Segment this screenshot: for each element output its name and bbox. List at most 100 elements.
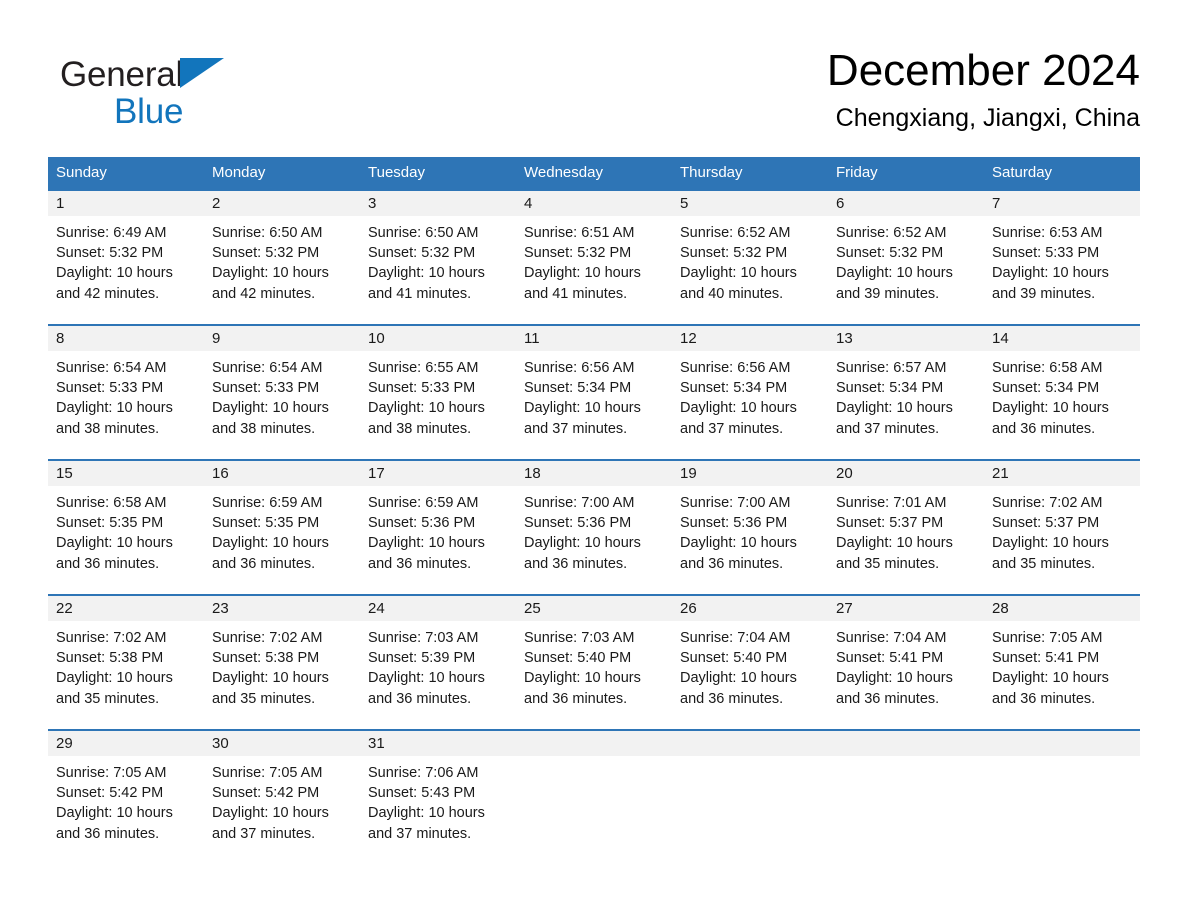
day-cell[interactable]: 18 Sunrise: 7:00 AM Sunset: 5:36 PM Dayl… (516, 461, 672, 594)
day-number: 12 (672, 326, 828, 351)
brand-name-blue: Blue (114, 92, 184, 131)
sunset-text: Sunset: 5:33 PM (56, 380, 164, 397)
day-cell[interactable]: 13 Sunrise: 6:57 AM Sunset: 5:34 PM Dayl… (828, 326, 984, 459)
day-cell[interactable]: 1 Sunrise: 6:49 AM Sunset: 5:32 PM Dayli… (48, 191, 204, 324)
day-details: Sunrise: 6:49 AM Sunset: 5:32 PM Dayligh… (48, 216, 204, 304)
day-number: 22 (48, 596, 204, 621)
day-number: 31 (360, 731, 516, 756)
sunrise-text: Sunrise: 6:50 AM (368, 225, 479, 241)
day-cell[interactable]: 3 Sunrise: 6:50 AM Sunset: 5:32 PM Dayli… (360, 191, 516, 324)
day-cell[interactable]: 20 Sunrise: 7:01 AM Sunset: 5:37 PM Dayl… (828, 461, 984, 594)
day-cell[interactable]: 23 Sunrise: 7:02 AM Sunset: 5:38 PM Dayl… (204, 596, 360, 729)
day-number: 30 (204, 731, 360, 756)
daylight-text: Daylight: 10 hours and 42 minutes. (212, 265, 329, 302)
day-cell[interactable]: 16 Sunrise: 6:59 AM Sunset: 5:35 PM Dayl… (204, 461, 360, 594)
day-cell[interactable]: 5 Sunrise: 6:52 AM Sunset: 5:32 PM Dayli… (672, 191, 828, 324)
day-cell[interactable]: 12 Sunrise: 6:56 AM Sunset: 5:34 PM Dayl… (672, 326, 828, 459)
day-cell[interactable]: 21 Sunrise: 7:02 AM Sunset: 5:37 PM Dayl… (984, 461, 1140, 594)
daylight-text: Daylight: 10 hours and 42 minutes. (56, 265, 173, 302)
day-cell[interactable]: 10 Sunrise: 6:55 AM Sunset: 5:33 PM Dayl… (360, 326, 516, 459)
sunrise-text: Sunrise: 7:02 AM (212, 630, 323, 646)
day-number: 6 (828, 191, 984, 216)
day-number: 17 (360, 461, 516, 486)
sunrise-text: Sunrise: 7:06 AM (368, 765, 479, 781)
daylight-text: Daylight: 10 hours and 36 minutes. (836, 670, 953, 707)
sunrise-text: Sunrise: 6:56 AM (524, 360, 635, 376)
daylight-text: Daylight: 10 hours and 39 minutes. (836, 265, 953, 302)
day-number: 11 (516, 326, 672, 351)
sunrise-text: Sunrise: 7:04 AM (836, 630, 947, 646)
day-cell[interactable]: 9 Sunrise: 6:54 AM Sunset: 5:33 PM Dayli… (204, 326, 360, 459)
day-cell[interactable]: 4 Sunrise: 6:51 AM Sunset: 5:32 PM Dayli… (516, 191, 672, 324)
day-number: 20 (828, 461, 984, 486)
day-cell[interactable]: 6 Sunrise: 6:52 AM Sunset: 5:32 PM Dayli… (828, 191, 984, 324)
day-details: Sunrise: 6:55 AM Sunset: 5:33 PM Dayligh… (360, 351, 516, 439)
day-details: Sunrise: 7:03 AM Sunset: 5:40 PM Dayligh… (516, 621, 672, 709)
day-details: Sunrise: 6:54 AM Sunset: 5:33 PM Dayligh… (204, 351, 360, 439)
day-cell[interactable]: 22 Sunrise: 7:02 AM Sunset: 5:38 PM Dayl… (48, 596, 204, 729)
sunset-text: Sunset: 5:40 PM (680, 650, 788, 667)
sunrise-text: Sunrise: 7:05 AM (212, 765, 323, 781)
day-cell[interactable]: 30 Sunrise: 7:05 AM Sunset: 5:42 PM Dayl… (204, 731, 360, 851)
sunset-text: Sunset: 5:36 PM (680, 515, 788, 532)
day-cell[interactable]: 8 Sunrise: 6:54 AM Sunset: 5:33 PM Dayli… (48, 326, 204, 459)
day-details: Sunrise: 6:59 AM Sunset: 5:35 PM Dayligh… (204, 486, 360, 574)
day-cell[interactable]: 29 Sunrise: 7:05 AM Sunset: 5:42 PM Dayl… (48, 731, 204, 851)
day-cell[interactable]: 14 Sunrise: 6:58 AM Sunset: 5:34 PM Dayl… (984, 326, 1140, 459)
day-cell[interactable]: 11 Sunrise: 6:56 AM Sunset: 5:34 PM Dayl… (516, 326, 672, 459)
sunset-text: Sunset: 5:41 PM (992, 650, 1100, 667)
day-details (828, 756, 984, 763)
brand-triangle-icon (180, 58, 225, 88)
daylight-text: Daylight: 10 hours and 35 minutes. (836, 535, 953, 572)
day-cell[interactable]: 25 Sunrise: 7:03 AM Sunset: 5:40 PM Dayl… (516, 596, 672, 729)
day-cell[interactable]: 17 Sunrise: 6:59 AM Sunset: 5:36 PM Dayl… (360, 461, 516, 594)
sunset-text: Sunset: 5:32 PM (524, 245, 632, 262)
day-details: Sunrise: 6:56 AM Sunset: 5:34 PM Dayligh… (672, 351, 828, 439)
sunrise-text: Sunrise: 7:02 AM (56, 630, 167, 646)
day-number: 26 (672, 596, 828, 621)
calendar-grid: Sunday Monday Tuesday Wednesday Thursday… (48, 157, 1140, 851)
sunset-text: Sunset: 5:36 PM (524, 515, 632, 532)
day-details: Sunrise: 6:50 AM Sunset: 5:32 PM Dayligh… (204, 216, 360, 304)
weekday-header-monday: Monday (212, 164, 266, 181)
day-details: Sunrise: 6:52 AM Sunset: 5:32 PM Dayligh… (672, 216, 828, 304)
day-number: 15 (48, 461, 204, 486)
sunrise-text: Sunrise: 6:49 AM (56, 225, 167, 241)
sunset-text: Sunset: 5:32 PM (836, 245, 944, 262)
day-details: Sunrise: 6:57 AM Sunset: 5:34 PM Dayligh… (828, 351, 984, 439)
weekday-header-tuesday: Tuesday (368, 164, 425, 181)
daylight-text: Daylight: 10 hours and 36 minutes. (524, 670, 641, 707)
day-number: 13 (828, 326, 984, 351)
sunrise-text: Sunrise: 7:05 AM (56, 765, 167, 781)
daylight-text: Daylight: 10 hours and 40 minutes. (680, 265, 797, 302)
day-cell[interactable]: 27 Sunrise: 7:04 AM Sunset: 5:41 PM Dayl… (828, 596, 984, 729)
daylight-text: Daylight: 10 hours and 38 minutes. (212, 400, 329, 437)
week-row: 1 Sunrise: 6:49 AM Sunset: 5:32 PM Dayli… (48, 189, 1140, 324)
sunrise-text: Sunrise: 7:03 AM (368, 630, 479, 646)
day-cell[interactable]: 2 Sunrise: 6:50 AM Sunset: 5:32 PM Dayli… (204, 191, 360, 324)
sunrise-text: Sunrise: 6:58 AM (56, 495, 167, 511)
sunset-text: Sunset: 5:38 PM (212, 650, 320, 667)
day-number: 7 (984, 191, 1140, 216)
day-cell[interactable]: 31 Sunrise: 7:06 AM Sunset: 5:43 PM Dayl… (360, 731, 516, 851)
day-details: Sunrise: 6:54 AM Sunset: 5:33 PM Dayligh… (48, 351, 204, 439)
day-cell[interactable]: 15 Sunrise: 6:58 AM Sunset: 5:35 PM Dayl… (48, 461, 204, 594)
day-cell-empty (516, 731, 672, 851)
day-number: 1 (48, 191, 204, 216)
sunrise-text: Sunrise: 6:52 AM (836, 225, 947, 241)
sunset-text: Sunset: 5:37 PM (836, 515, 944, 532)
daylight-text: Daylight: 10 hours and 39 minutes. (992, 265, 1109, 302)
sunset-text: Sunset: 5:34 PM (524, 380, 632, 397)
sunset-text: Sunset: 5:34 PM (680, 380, 788, 397)
daylight-text: Daylight: 10 hours and 38 minutes. (56, 400, 173, 437)
brand-logo[interactable]: General Blue (60, 54, 360, 140)
day-details: Sunrise: 7:06 AM Sunset: 5:43 PM Dayligh… (360, 756, 516, 844)
day-cell[interactable]: 19 Sunrise: 7:00 AM Sunset: 5:36 PM Dayl… (672, 461, 828, 594)
daylight-text: Daylight: 10 hours and 37 minutes. (836, 400, 953, 437)
day-cell[interactable]: 7 Sunrise: 6:53 AM Sunset: 5:33 PM Dayli… (984, 191, 1140, 324)
day-cell[interactable]: 26 Sunrise: 7:04 AM Sunset: 5:40 PM Dayl… (672, 596, 828, 729)
day-cell[interactable]: 28 Sunrise: 7:05 AM Sunset: 5:41 PM Dayl… (984, 596, 1140, 729)
day-cell[interactable]: 24 Sunrise: 7:03 AM Sunset: 5:39 PM Dayl… (360, 596, 516, 729)
weekday-header-friday: Friday (836, 164, 878, 181)
sunrise-text: Sunrise: 6:52 AM (680, 225, 791, 241)
